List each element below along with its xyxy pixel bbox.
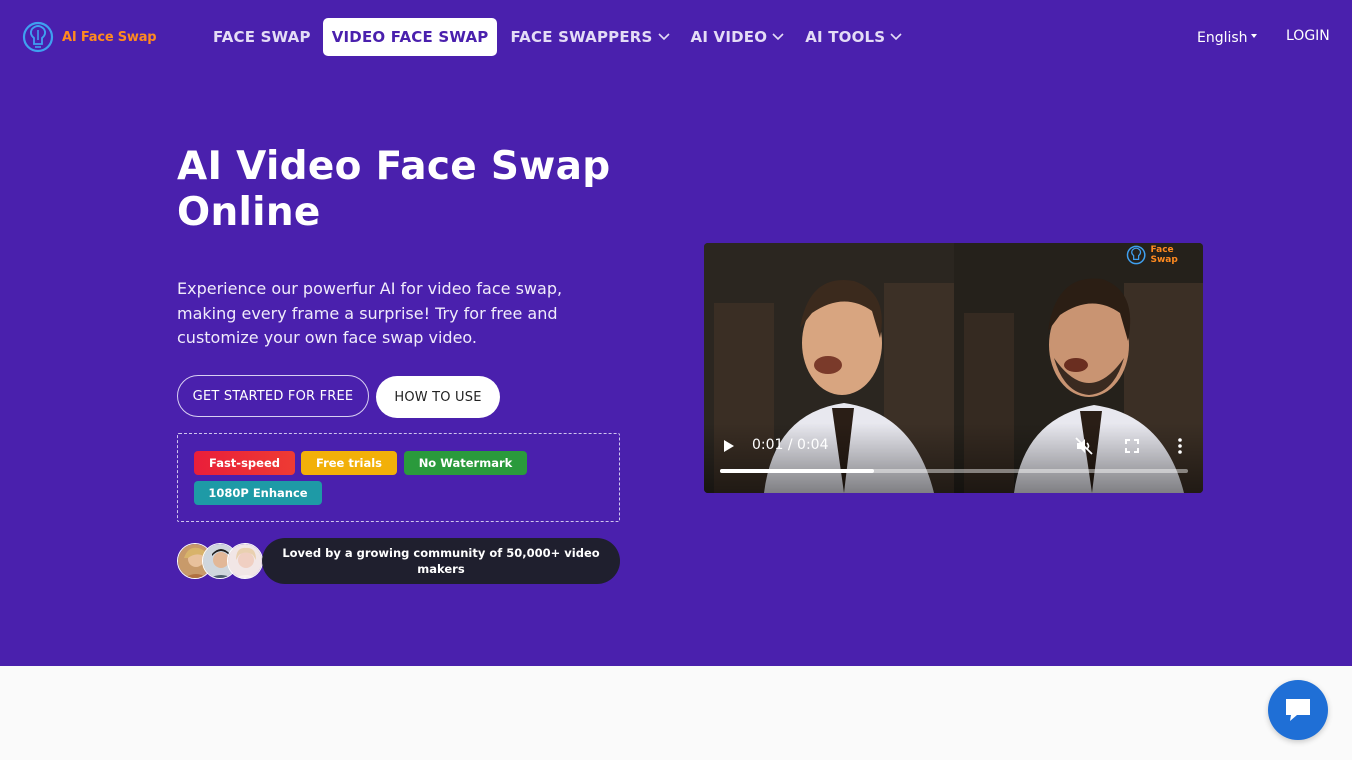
chat-icon xyxy=(1286,699,1310,721)
chevron-down-icon xyxy=(890,33,902,41)
feature-badges: Fast-speed Free trials No Watermark 1080… xyxy=(177,433,620,522)
fullscreen-icon[interactable] xyxy=(1123,437,1141,455)
site-logo[interactable]: AI Face Swap xyxy=(20,20,157,54)
nav-label: FACE SWAP xyxy=(213,28,311,46)
nav-label: FACE SWAPPERS xyxy=(510,28,653,46)
watermark-text: Face Swap xyxy=(1150,245,1178,265)
chevron-down-icon xyxy=(657,33,670,41)
video-time: 0:01 / 0:04 xyxy=(752,437,829,453)
logo-text: AI Face Swap xyxy=(62,29,157,45)
badge-fast-speed: Fast-speed xyxy=(194,451,295,475)
how-to-use-button[interactable]: HOW TO USE xyxy=(376,376,500,418)
badge-no-watermark: No Watermark xyxy=(404,451,527,475)
get-started-button[interactable]: GET STARTED FOR FREE xyxy=(177,375,369,417)
badge-free-trials: Free trials xyxy=(301,451,397,475)
nav-face-swappers[interactable]: FACE SWAPPERS xyxy=(501,18,678,56)
badge-1080p-enhance: 1080P Enhance xyxy=(194,481,322,505)
language-selector[interactable]: English xyxy=(1197,30,1257,46)
video-progress-bar[interactable] xyxy=(720,469,1188,473)
hero-description: Experience our powerfur AI for video fac… xyxy=(177,279,563,347)
language-label: English xyxy=(1197,30,1248,46)
avatar xyxy=(227,543,263,579)
demo-video-player[interactable]: Face Swap 0:01 / 0:04 xyxy=(704,243,1203,493)
login-link[interactable]: LOGIN xyxy=(1286,28,1330,44)
caret-down-icon xyxy=(1250,33,1257,38)
logo-icon xyxy=(1126,245,1146,265)
video-progress-fill xyxy=(720,469,875,473)
page-title: AI Video Face Swap Online xyxy=(177,144,611,235)
chat-button[interactable] xyxy=(1268,680,1328,740)
mute-icon[interactable] xyxy=(1075,437,1093,455)
site-header: AI Face Swap FACE SWAP VIDEO FACE SWAP F… xyxy=(0,0,1352,76)
nav-label: AI TOOLS xyxy=(805,28,886,46)
main-nav: FACE SWAP VIDEO FACE SWAP FACE SWAPPERS … xyxy=(204,18,914,56)
nav-ai-tools[interactable]: AI TOOLS xyxy=(796,18,911,56)
nav-face-swap[interactable]: FACE SWAP xyxy=(204,18,320,56)
play-icon[interactable] xyxy=(722,439,736,453)
nav-video-face-swap[interactable]: VIDEO FACE SWAP xyxy=(322,18,498,56)
logo-icon xyxy=(22,21,54,53)
chevron-down-icon xyxy=(772,33,784,41)
nav-ai-video[interactable]: AI VIDEO xyxy=(682,18,794,56)
more-vert-icon[interactable] xyxy=(1171,437,1189,455)
avatar-group xyxy=(177,543,267,581)
community-banner: Loved by a growing community of 50,000+ … xyxy=(262,538,620,584)
nav-label: AI VIDEO xyxy=(690,28,768,46)
nav-label: VIDEO FACE SWAP xyxy=(331,28,489,46)
video-watermark: Face Swap xyxy=(1125,244,1203,266)
video-controls xyxy=(704,423,1203,493)
